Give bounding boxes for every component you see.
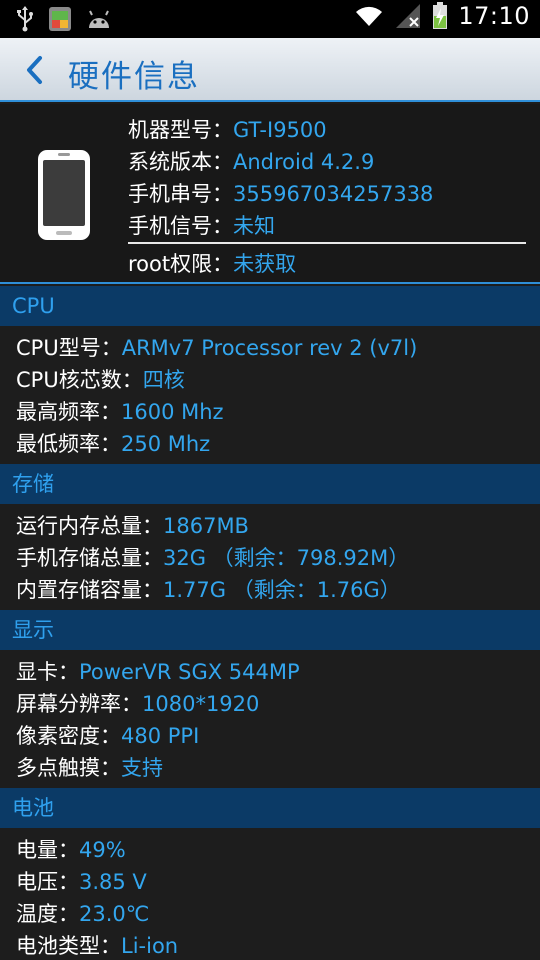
cpu-min-freq-value: 250 Mhz bbox=[121, 432, 211, 456]
app-notification-icon bbox=[49, 7, 71, 31]
battery-type-value: Li-ion bbox=[121, 934, 179, 958]
phone-storage-label: 手机存储总量： bbox=[16, 546, 163, 570]
root-permission-row: root权限：未获取 bbox=[128, 248, 526, 280]
battery-charging-icon bbox=[433, 2, 448, 29]
list-item: 显卡：PowerVR SGX 544MP bbox=[0, 656, 540, 688]
status-bar: 17:10 bbox=[0, 0, 540, 38]
cpu-cores-value: 四核 bbox=[142, 368, 185, 392]
list-item: CPU型号：ARMv7 Processor rev 2 (v7l) bbox=[0, 332, 540, 364]
section-body-cpu: CPU型号：ARMv7 Processor rev 2 (v7l) CPU核芯数… bbox=[0, 332, 540, 460]
list-item: 电量：49% bbox=[0, 834, 540, 866]
internal-storage-label: 内置存储容量： bbox=[16, 578, 163, 602]
cpu-model-value: ARMv7 Processor rev 2 (v7l) bbox=[121, 336, 418, 360]
phone-signal-value: 未知 bbox=[233, 214, 275, 238]
multitouch-value: 支持 bbox=[121, 756, 163, 780]
cpu-min-freq-label: 最低频率： bbox=[16, 432, 121, 456]
signal-icon bbox=[396, 4, 421, 28]
cpu-max-freq-label: 最高频率： bbox=[16, 400, 121, 424]
list-item: 最高频率：1600 Mhz bbox=[0, 396, 540, 428]
list-item: 温度：23.0℃ bbox=[0, 898, 540, 930]
ram-total-label: 运行内存总量： bbox=[16, 514, 163, 538]
divider bbox=[128, 242, 526, 244]
section-body-storage: 运行内存总量：1867MB 手机存储总量：32G （剩余：798.92M） 内置… bbox=[0, 510, 540, 606]
imei-row: 手机串号：355967034257338 bbox=[128, 178, 526, 210]
device-info-list: 机器型号：GT-I9500 系统版本：Android 4.2.9 手机串号：35… bbox=[128, 114, 526, 280]
phone-signal-row: 手机信号：未知 bbox=[128, 210, 526, 242]
list-item: 电压：3.85 V bbox=[0, 866, 540, 898]
gpu-value: PowerVR SGX 544MP bbox=[79, 660, 300, 684]
battery-temperature-value: 23.0℃ bbox=[79, 902, 150, 926]
resolution-value: 1080*1920 bbox=[142, 692, 260, 716]
imei-label: 手机串号： bbox=[128, 182, 233, 206]
list-item: 内置存储容量：1.77G （剩余：1.76G） bbox=[0, 574, 540, 606]
system-version-label: 系统版本： bbox=[128, 150, 233, 174]
chevron-left-icon bbox=[27, 56, 42, 84]
battery-level-value: 49% bbox=[79, 838, 126, 862]
list-item: 像素密度：480 PPI bbox=[0, 720, 540, 752]
resolution-label: 屏幕分辨率： bbox=[16, 692, 142, 716]
action-bar: 硬件信息 bbox=[0, 38, 540, 102]
list-item: 电池类型：Li-ion bbox=[0, 930, 540, 960]
usb-icon bbox=[17, 6, 33, 32]
ram-total-value: 1867MB bbox=[163, 514, 249, 538]
battery-type-label: 电池类型： bbox=[16, 934, 121, 958]
list-item: 多点触摸：支持 bbox=[0, 752, 540, 784]
battery-voltage-label: 电压： bbox=[16, 870, 79, 894]
list-item: CPU核芯数：四核 bbox=[0, 364, 540, 396]
back-button[interactable] bbox=[12, 46, 56, 94]
battery-level-label: 电量： bbox=[16, 838, 79, 862]
device-model-value: GT-I9500 bbox=[233, 118, 327, 142]
device-model-row: 机器型号：GT-I9500 bbox=[128, 114, 526, 146]
battery-voltage-value: 3.85 V bbox=[79, 870, 147, 894]
section-header-battery: 电池 bbox=[0, 788, 540, 828]
pixel-density-label: 像素密度： bbox=[16, 724, 121, 748]
internal-storage-value: 1.77G （剩余：1.76G） bbox=[163, 578, 401, 602]
list-item: 屏幕分辨率：1080*1920 bbox=[0, 688, 540, 720]
status-right-icons: 17:10 bbox=[354, 2, 530, 30]
phone-signal-label: 手机信号： bbox=[128, 214, 233, 238]
wifi-icon bbox=[356, 6, 383, 26]
cpu-cores-label: CPU核芯数： bbox=[16, 368, 143, 392]
section-header-cpu: CPU bbox=[0, 286, 540, 326]
cpu-model-label: CPU型号： bbox=[16, 336, 122, 360]
list-item: 手机存储总量：32G （剩余：798.92M） bbox=[0, 542, 540, 574]
section-body-display: 显卡：PowerVR SGX 544MP 屏幕分辨率：1080*1920 像素密… bbox=[0, 656, 540, 784]
device-model-label: 机器型号： bbox=[128, 118, 233, 142]
cpu-max-freq-value: 1600 Mhz bbox=[121, 400, 224, 424]
battery-temperature-label: 温度： bbox=[16, 902, 79, 926]
phone-storage-value: 32G （剩余：798.92M） bbox=[163, 546, 410, 570]
section-header-storage: 存储 bbox=[0, 464, 540, 504]
device-summary-card: 机器型号：GT-I9500 系统版本：Android 4.2.9 手机串号：35… bbox=[0, 104, 540, 284]
status-time: 17:10 bbox=[458, 2, 530, 30]
system-version-row: 系统版本：Android 4.2.9 bbox=[128, 146, 526, 178]
system-version-value: Android 4.2.9 bbox=[233, 150, 375, 174]
list-item: 运行内存总量：1867MB bbox=[0, 510, 540, 542]
imei-value: 355967034257338 bbox=[233, 182, 434, 206]
root-permission-value: 未获取 bbox=[233, 252, 297, 276]
page-title: 硬件信息 bbox=[68, 59, 200, 95]
section-body-battery: 电量：49% 电压：3.85 V 温度：23.0℃ 电池类型：Li-ion bbox=[0, 834, 540, 960]
root-permission-label: root权限： bbox=[128, 252, 234, 276]
status-left-icons bbox=[16, 6, 112, 32]
multitouch-label: 多点触摸： bbox=[16, 756, 121, 780]
phone-icon bbox=[38, 150, 90, 240]
section-header-display: 显示 bbox=[0, 610, 540, 650]
pixel-density-value: 480 PPI bbox=[121, 724, 200, 748]
list-item: 最低频率：250 Mhz bbox=[0, 428, 540, 460]
android-icon bbox=[89, 10, 109, 28]
gpu-label: 显卡： bbox=[16, 660, 79, 684]
